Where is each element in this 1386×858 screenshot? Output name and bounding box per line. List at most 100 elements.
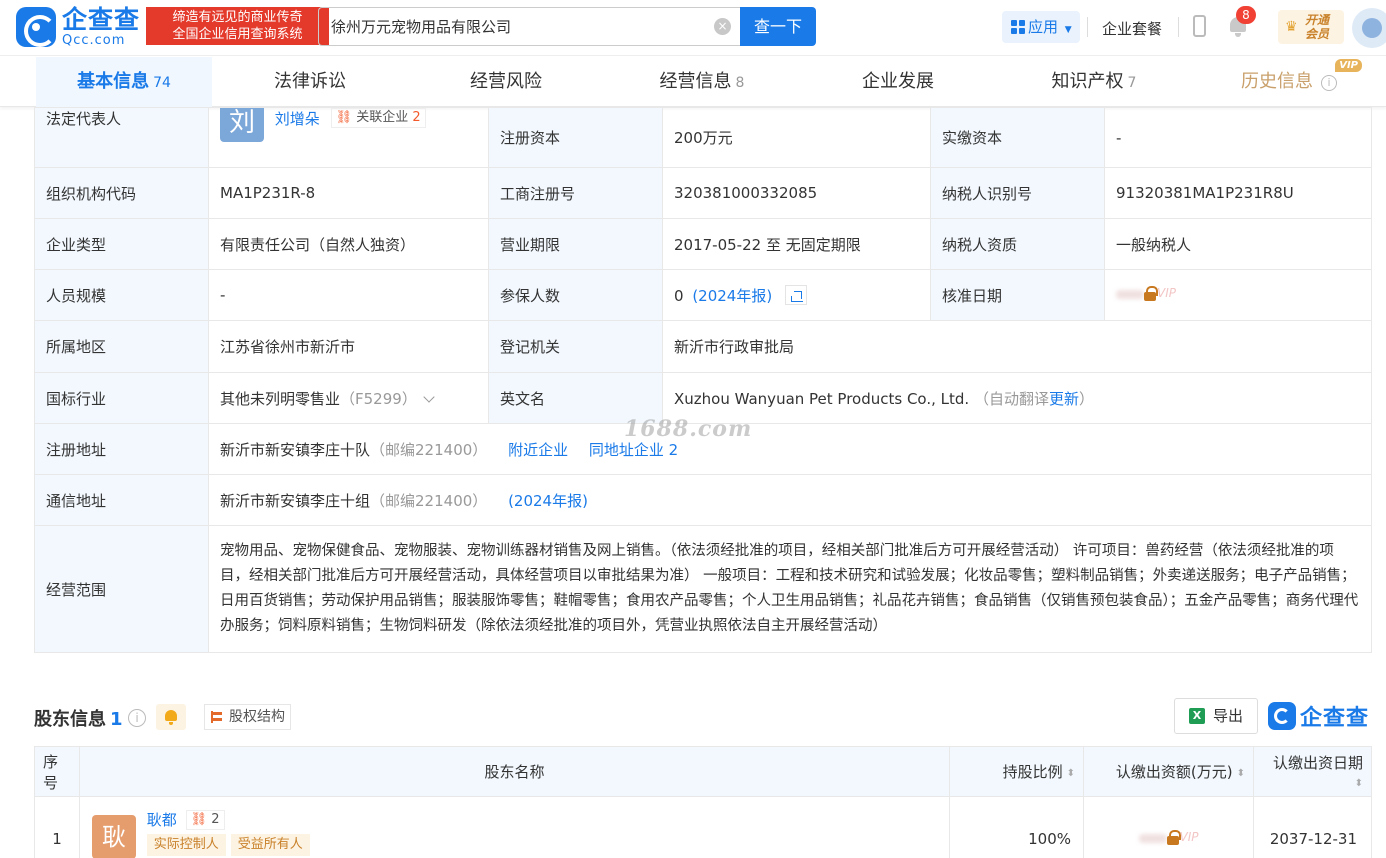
shareholder-amount-cell: VIP — [1083, 796, 1254, 858]
user-avatar[interactable] — [1352, 8, 1386, 48]
legal-rep-avatar[interactable]: 刘 — [220, 108, 264, 142]
table-row: 通信地址 新沂市新安镇李庄十组（邮编221400） (2024年报) — [34, 474, 1372, 526]
tab-basic-info[interactable]: 基本信息 74 — [36, 57, 212, 107]
region-label: 所属地区 — [34, 320, 209, 373]
english-name-cell: Xuzhou Wanyuan Pet Products Co., Ltd. （自… — [662, 372, 1372, 424]
mobile-icon[interactable] — [1193, 15, 1206, 37]
company-type-label: 企业类型 — [34, 218, 209, 270]
staff-size-label: 人员规模 — [34, 269, 209, 321]
shareholder-ratio: 100% — [949, 796, 1084, 858]
vip-membership-button[interactable]: ♛ 开通 会员 — [1278, 10, 1344, 44]
org-code-value: MA1P231R-8 — [208, 167, 489, 219]
tab-legal-litigation[interactable]: 法律诉讼 — [212, 57, 408, 107]
vip-badge: VIP — [1335, 59, 1362, 72]
term-label: 营业期限 — [488, 218, 663, 270]
slogan-banner: 缔造有远见的商业传奇 全国企业信用查询系统 — [146, 7, 329, 45]
divider — [1087, 17, 1088, 37]
scope-label: 经营范围 — [34, 525, 209, 653]
taxpayer-id-label: 纳税人识别号 — [930, 167, 1105, 219]
table-row: 所属地区 江苏省徐州市新沂市 登记机关 新沂市行政审批局 — [34, 320, 1372, 373]
table-row: 1 耿 耿都 ⛓ 2 实际控制人 受益所有人 100% VIP 2037-12-3… — [34, 796, 1372, 858]
region-value: 江苏省徐州市新沂市 — [208, 320, 489, 373]
legal-rep-name-link[interactable]: 刘增朵 — [275, 110, 320, 128]
table-row: 法定代表人 刘 刘增朵 ⛓ 关联企业 2 注册资本 200万元 实缴资本 - — [34, 107, 1372, 168]
english-name-value: Xuzhou Wanyuan Pet Products Co., Ltd. — [674, 389, 970, 408]
authority-label: 登记机关 — [488, 320, 663, 373]
shareholder-avatar[interactable]: 耿 — [92, 815, 136, 858]
reg-address-label: 注册地址 — [34, 423, 209, 475]
tab-history-info[interactable]: 历史信息 i VIP — [1192, 57, 1386, 107]
mail-address-cell: 新沂市新安镇李庄十组（邮编221400） (2024年报) — [208, 474, 1372, 526]
export-button[interactable]: X 导出 — [1174, 698, 1258, 734]
divider — [1178, 17, 1179, 37]
industry-value: 其他未列明零售业 — [220, 389, 341, 408]
qcc-logo-icon — [16, 7, 56, 47]
row-index: 1 — [34, 796, 80, 858]
apps-button[interactable]: 应用 ▼ — [1002, 11, 1080, 43]
table-header-row: 序号 股东名称 持股比例 ⬍ 认缴出资额(万元) ⬍ 认缴出资日期⬍ — [34, 746, 1372, 797]
col-index: 序号 — [34, 746, 80, 797]
equity-structure-button[interactable]: 股权结构 — [204, 704, 291, 730]
col-ratio[interactable]: 持股比例 ⬍ — [949, 746, 1084, 797]
legal-rep-cell: 刘 刘增朵 ⛓ 关联企业 2 — [208, 107, 489, 168]
clear-icon[interactable]: × — [714, 18, 731, 35]
industry-cell[interactable]: 其他未列明零售业（F5299） — [208, 372, 489, 424]
taxpayer-qual-label: 纳税人资质 — [930, 218, 1105, 270]
crown-icon: ♛ — [1285, 19, 1298, 35]
search-button[interactable]: 查一下 — [740, 7, 816, 46]
mail-postcode: （邮编221400） — [370, 491, 488, 510]
nearby-companies-link[interactable]: 附近企业 — [508, 441, 568, 459]
same-address-companies-link[interactable]: 同地址企业 2 — [589, 441, 678, 459]
biz-reg-no-label: 工商注册号 — [488, 167, 663, 219]
shareholders-title: 股东信息 1 — [34, 709, 123, 730]
related-companies-link[interactable]: ⛓ 2 — [185, 810, 225, 830]
biz-reg-no-value: 320381000332085 — [662, 167, 931, 219]
vip-locked-value[interactable]: VIP — [1116, 286, 1176, 302]
search-input[interactable] — [331, 17, 701, 35]
tab-business-info[interactable]: 经营信息 8 — [604, 57, 800, 107]
table-row: 人员规模 - 参保人数 0 (2024年报) 核准日期 VIP — [34, 269, 1372, 321]
related-companies-link[interactable]: ⛓ 关联企业 2 — [330, 108, 426, 128]
enterprise-suite-link[interactable]: 企业套餐 — [1102, 18, 1162, 39]
info-icon: i — [1321, 75, 1337, 91]
reg-address-value: 新沂市新安镇李庄十队 — [220, 440, 371, 459]
role-tag-beneficial-owner: 受益所有人 — [230, 834, 310, 856]
tab-intellectual-property[interactable]: 知识产权 7 — [996, 57, 1192, 107]
taxpayer-id-value: 91320381MA1P231R8U — [1104, 167, 1372, 219]
reg-capital-label: 注册资本 — [488, 107, 663, 168]
monitor-bell-icon[interactable] — [156, 704, 186, 730]
chevron-down-icon[interactable] — [423, 390, 435, 403]
taxpayer-qual-value: 一般纳税人 — [1104, 218, 1372, 270]
sort-icon: ⬍ — [1354, 778, 1363, 789]
info-icon[interactable]: i — [128, 709, 146, 727]
col-amount[interactable]: 认缴出资额(万元) ⬍ — [1083, 746, 1254, 797]
section-tabs: 基本信息 74 法律诉讼 经营风险 经营信息 8 企业发展 知识产权 7 历史信息 i … — [0, 57, 1386, 107]
tab-development[interactable]: 企业发展 — [800, 57, 996, 107]
reg-address-cell: 新沂市新安镇李庄十队（邮编221400） 附近企业 同地址企业 2 — [208, 423, 1372, 475]
update-translation-link[interactable]: 更新 — [1049, 390, 1079, 408]
shareholders-table: 序号 股东名称 持股比例 ⬍ 认缴出资额(万元) ⬍ 认缴出资日期⬍ 1 耿 耿都 … — [34, 746, 1372, 858]
shareholder-date: 2037-12-31 — [1253, 796, 1372, 858]
approval-date-cell: VIP — [1104, 269, 1372, 321]
table-row: 企业类型 有限责任公司（自然人独资） 营业期限 2017-05-22 至 无固定… — [34, 218, 1372, 270]
excel-icon: X — [1189, 708, 1205, 724]
insured-label: 参保人数 — [488, 269, 663, 321]
paid-capital-label: 实缴资本 — [930, 107, 1105, 168]
tab-business-risk[interactable]: 经营风险 — [408, 57, 604, 107]
industry-code: （F5299） — [340, 389, 417, 408]
shareholder-name-link[interactable]: 耿都 — [147, 811, 177, 829]
top-header: 企查查 Qcc.com 缔造有远见的商业传奇 全国企业信用查询系统 × 查一下 … — [0, 0, 1386, 56]
network-icon: ⛓ — [335, 110, 353, 125]
site-logo[interactable]: 企查查 Qcc.com — [16, 7, 140, 47]
mail-report-link[interactable]: (2024年报) — [508, 492, 588, 510]
col-date[interactable]: 认缴出资日期⬍ — [1253, 746, 1372, 797]
mail-address-label: 通信地址 — [34, 474, 209, 526]
insured-report-link[interactable]: (2024年报) — [692, 287, 772, 305]
table-row: 经营范围 宠物用品、宠物保健食品、宠物服装、宠物训练器材销售及网上销售。（依法须… — [34, 525, 1372, 653]
insured-count: 0 — [674, 286, 684, 305]
vip-locked-value[interactable]: VIP — [1138, 830, 1199, 846]
company-type-value: 有限责任公司（自然人独资） — [208, 218, 489, 270]
network-icon: ⛓ — [190, 812, 208, 827]
trend-chart-icon[interactable] — [785, 284, 807, 305]
table-row: 组织机构代码 MA1P231R-8 工商注册号 320381000332085 … — [34, 167, 1372, 219]
